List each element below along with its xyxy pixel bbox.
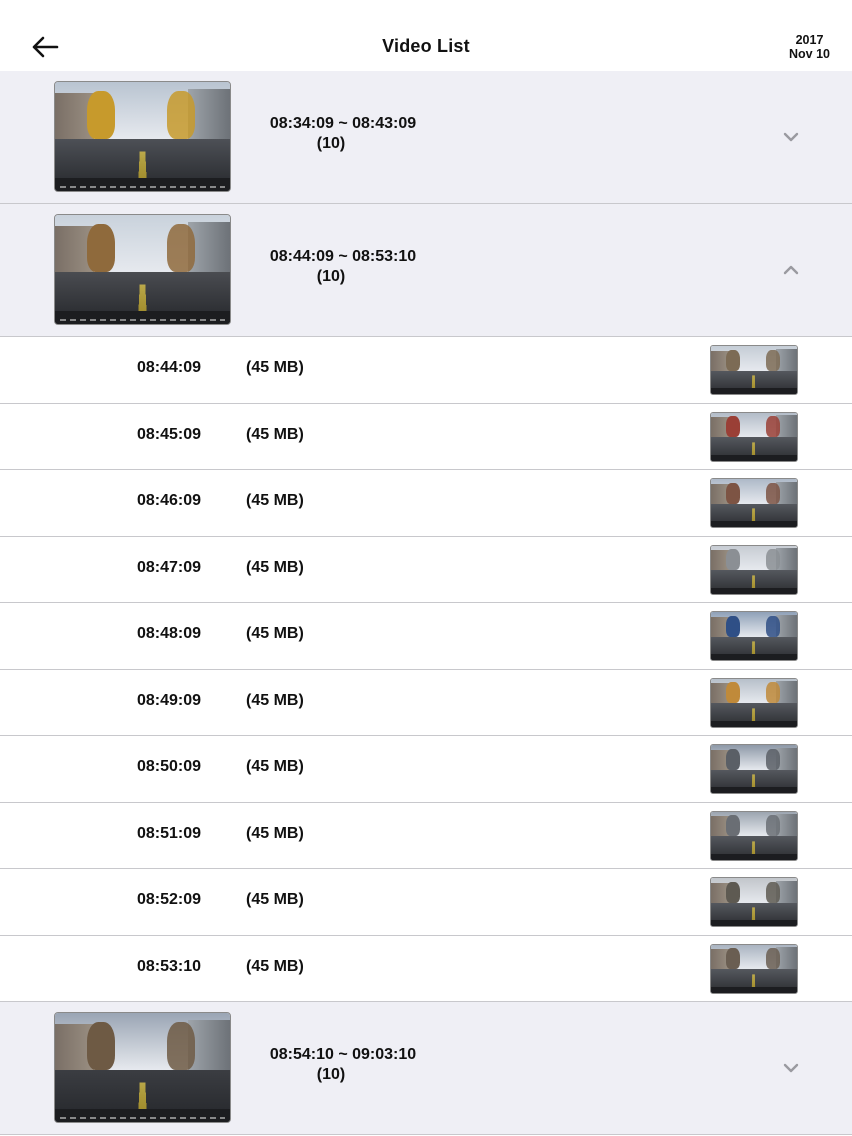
group-thumbnail[interactable] [54, 81, 231, 192]
file-thumbnail[interactable] [710, 677, 798, 728]
expand-group-button[interactable] [782, 131, 800, 143]
video-group-row[interactable]: 08:34:09 ~ 08:43:09 (10) [0, 71, 852, 204]
file-time-label: 08:44:09 [137, 359, 202, 376]
chevron-up-icon [783, 265, 799, 275]
dashcam-frame [711, 545, 797, 594]
video-file-row[interactable]: 08:47:09 (45 MB) [0, 536, 852, 603]
video-file-row[interactable]: 08:45:09 (45 MB) [0, 403, 852, 470]
dashcam-frame [711, 878, 797, 926]
header-bar: Video List 2017 Nov 10 [0, 0, 852, 71]
dashcam-frame [711, 678, 797, 727]
file-thumbnail[interactable] [710, 345, 798, 395]
date-label: 2017 Nov 10 [789, 33, 830, 61]
file-size-label: (45 MB) [246, 492, 304, 509]
file-size-label: (45 MB) [246, 691, 304, 709]
file-size-label: (45 MB) [246, 891, 304, 908]
file-time-label: 08:48:09 [137, 625, 202, 642]
video-file-row[interactable]: 08:49:09 (45 MB) [0, 669, 852, 736]
dashcam-frame [711, 811, 797, 860]
group-thumbnail[interactable] [54, 214, 231, 325]
group-count-label: (10) [316, 1066, 346, 1083]
file-size-label: (45 MB) [246, 359, 304, 376]
dashcam-frame [711, 412, 797, 461]
group-count-label: (10) [316, 268, 346, 285]
file-thumbnail[interactable] [710, 877, 798, 927]
file-thumbnail[interactable] [710, 611, 798, 661]
video-group-row[interactable]: 08:44:09 ~ 08:53:10 (10) [0, 204, 852, 337]
file-time-label: 08:45:09 [137, 425, 202, 443]
group-range-label: 08:54:10 ~ 09:03:10 [269, 1046, 417, 1063]
expand-group-button[interactable] [782, 1062, 800, 1074]
file-time-label: 08:52:09 [137, 891, 202, 908]
video-file-row[interactable]: 08:52:09 (45 MB) [0, 869, 852, 936]
video-file-row[interactable]: 08:46:09 (45 MB) [0, 470, 852, 537]
video-file-row[interactable]: 08:51:09 (45 MB) [0, 802, 852, 869]
file-thumbnail[interactable] [710, 411, 798, 462]
date-year: 2017 [795, 33, 824, 47]
group-range-label: 08:34:09 ~ 08:43:09 [269, 115, 417, 132]
dashcam-frame [711, 745, 797, 793]
group-time-range: 08:34:09 ~ 08:43:09 (10) [248, 114, 438, 154]
dashcam-frame [711, 346, 797, 394]
file-size-label: (45 MB) [246, 824, 304, 842]
file-size-label: (45 MB) [246, 425, 304, 443]
file-time-label: 08:53:10 [137, 957, 202, 975]
file-time-label: 08:47:09 [137, 558, 202, 576]
video-file-row[interactable]: 08:48:09 (45 MB) [0, 603, 852, 670]
dashcam-frame [711, 944, 797, 993]
file-thumbnail[interactable] [710, 478, 798, 528]
file-size-label: (45 MB) [246, 758, 304, 775]
dashcam-frame [55, 1013, 230, 1122]
file-size-label: (45 MB) [246, 558, 304, 576]
page-title: Video List [382, 36, 470, 56]
chevron-down-icon [783, 132, 799, 142]
file-time-label: 08:49:09 [137, 691, 202, 709]
video-file-row[interactable]: 08:44:09 (45 MB) [0, 337, 852, 404]
group-thumbnail[interactable] [54, 1012, 231, 1123]
dashcam-frame [55, 215, 230, 324]
dashcam-frame [711, 479, 797, 527]
file-time-label: 08:51:09 [137, 824, 202, 842]
date-day: Nov 10 [789, 47, 830, 61]
file-time-label: 08:46:09 [137, 492, 202, 509]
video-group-row[interactable]: 08:54:10 ~ 09:03:10 (10) [0, 1002, 852, 1135]
file-time-label: 08:50:09 [137, 758, 202, 775]
file-thumbnail[interactable] [710, 544, 798, 595]
file-size-label: (45 MB) [246, 625, 304, 642]
group-range-label: 08:44:09 ~ 08:53:10 [269, 248, 417, 265]
group-time-range: 08:54:10 ~ 09:03:10 (10) [248, 1045, 438, 1085]
file-thumbnail[interactable] [710, 744, 798, 794]
file-thumbnail[interactable] [710, 810, 798, 861]
chevron-down-icon [783, 1063, 799, 1073]
dashcam-frame [711, 612, 797, 660]
collapse-group-button[interactable] [782, 264, 800, 276]
file-thumbnail[interactable] [710, 943, 798, 994]
dashcam-frame [55, 82, 230, 191]
video-file-row[interactable]: 08:53:10 (45 MB) [0, 935, 852, 1002]
file-size-label: (45 MB) [246, 957, 304, 975]
group-count-label: (10) [316, 135, 346, 152]
video-file-row[interactable]: 08:50:09 (45 MB) [0, 736, 852, 803]
group-time-range: 08:44:09 ~ 08:53:10 (10) [248, 247, 438, 287]
